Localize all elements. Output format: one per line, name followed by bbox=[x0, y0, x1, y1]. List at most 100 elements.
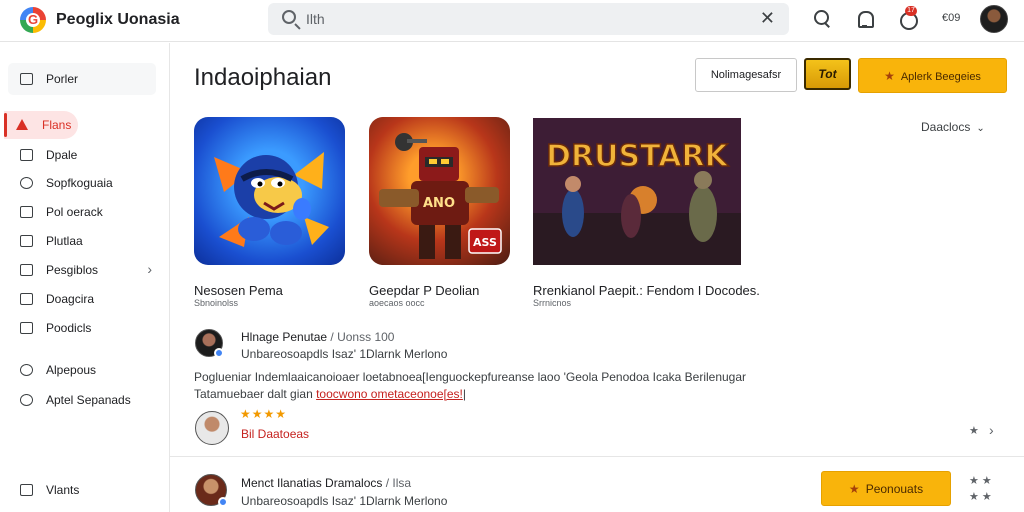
card-title[interactable]: Geepdar P Deolian bbox=[369, 283, 479, 298]
document-icon bbox=[20, 206, 33, 218]
card-subtitle: Sbnoinolss bbox=[194, 298, 239, 308]
image-icon bbox=[20, 484, 33, 496]
hero-character-art bbox=[214, 152, 329, 247]
reviewer-name-text: Hlnage Penutae bbox=[241, 330, 328, 344]
sidebar-item-sopfkoguaia[interactable]: Sopfkoguaia bbox=[8, 169, 156, 197]
sidebar-item-label: Dpale bbox=[46, 148, 78, 162]
bell-icon[interactable] bbox=[855, 9, 875, 29]
sidebar-item-pol-oerack[interactable]: Pol oerack bbox=[8, 198, 156, 226]
reviewer-avatar[interactable] bbox=[195, 329, 224, 358]
promo-button[interactable]: ★ Peonouats bbox=[821, 471, 951, 506]
verified-icon bbox=[214, 348, 224, 358]
counter-text: €09 bbox=[942, 12, 961, 24]
card-badge: ASS bbox=[473, 236, 497, 249]
sidebar-item-label: Pesgiblos bbox=[46, 263, 99, 277]
reviewer-avatar[interactable] bbox=[195, 474, 228, 507]
sidebar-item-flans[interactable]: Flans bbox=[4, 111, 78, 139]
app-name: Peoglix Uonasia bbox=[56, 11, 180, 28]
sidebar-item-label: Vlants bbox=[46, 483, 80, 497]
review-body-text: | bbox=[462, 387, 466, 401]
robot-warrior-art: ANO ASS bbox=[379, 133, 502, 259]
review-body: Poglueniar Indemlaaicanoioaer loetabnoea… bbox=[194, 370, 747, 384]
page-title: Indaoiphaian bbox=[194, 64, 332, 91]
user-avatar[interactable] bbox=[980, 5, 1008, 33]
sidebar-item-aptel-sepanads[interactable]: Aptel Sepanads bbox=[8, 386, 156, 414]
star-outline-icon[interactable]: ★ bbox=[969, 424, 979, 437]
list-icon bbox=[20, 73, 33, 85]
globe-icon bbox=[20, 177, 33, 189]
review-body-line2: Tatamuebaer dalt gian toocwono ometaceon… bbox=[194, 387, 466, 401]
gold-badge[interactable]: Tot bbox=[804, 58, 851, 90]
folder-icon bbox=[20, 235, 33, 247]
alert-icon bbox=[16, 119, 28, 130]
promo-button-label: Peonouats bbox=[865, 481, 924, 496]
game-thumbnail[interactable] bbox=[194, 117, 345, 265]
reviewer-name-text: Menct Ilanatias Dramalocs bbox=[241, 476, 383, 490]
reviewer-avatar[interactable] bbox=[195, 411, 229, 445]
star-icon: ★ bbox=[884, 68, 895, 83]
sidebar-item-label: Aptel Sepanads bbox=[46, 393, 131, 407]
card-title[interactable]: Nesosen Pema bbox=[194, 283, 283, 298]
grid-icon bbox=[20, 264, 33, 276]
play-icon bbox=[20, 293, 33, 305]
sidebar-item-vlants[interactable]: Vlants bbox=[8, 476, 156, 504]
sidebar-item-dpale[interactable]: Dpale bbox=[8, 141, 156, 169]
review-meta: Unbareosoapdls Isaz' 1Dlarnk Merlono bbox=[241, 347, 448, 361]
close-icon[interactable]: ✕ bbox=[760, 8, 775, 28]
verified-icon bbox=[218, 497, 228, 507]
sidebar: Porler Flans Dpale Sopfkoguaia Pol oerac… bbox=[0, 43, 170, 512]
top-bar: G Peoglix Uonasia ✕ 17 €09 bbox=[0, 0, 1024, 42]
sidebar-item-porler[interactable]: Porler bbox=[8, 63, 156, 95]
card-subtitle: Srrnicnos bbox=[533, 298, 572, 308]
review-meta: Unbareosoapdls Isaz' 1Dlarnk Merlono bbox=[241, 494, 448, 508]
shield-icon bbox=[20, 149, 33, 161]
sidebar-item-label: Porler bbox=[46, 72, 79, 86]
review-body-text: Tatamuebaer dalt gian bbox=[194, 387, 317, 401]
sort-label: Daaclocs bbox=[921, 120, 971, 134]
compass-icon bbox=[20, 364, 33, 376]
chevron-right-icon[interactable]: › bbox=[989, 422, 994, 438]
sidebar-item-label: Plutlaa bbox=[46, 234, 83, 248]
sort-dropdown[interactable]: Daaclocs ⌄ bbox=[921, 120, 985, 134]
primary-button[interactable]: ★ Aplerk Beegeies bbox=[858, 58, 1007, 93]
star-outline-icon[interactable]: ★ ★ bbox=[969, 490, 992, 503]
sidebar-item-label: Alpepous bbox=[46, 363, 97, 377]
reviewer-name-suffix: / Ilsa bbox=[385, 476, 412, 490]
battle-scene-art: DRUSTARK bbox=[533, 118, 741, 265]
wrench-icon bbox=[20, 394, 33, 406]
search-icon bbox=[282, 10, 296, 24]
search-icon[interactable] bbox=[812, 9, 832, 29]
star-outline-icon[interactable]: ★ ★ bbox=[969, 474, 992, 487]
primary-button-label: Aplerk Beegeies bbox=[900, 70, 981, 83]
game-thumbnail[interactable]: DRUSTARK bbox=[533, 118, 741, 265]
card-subtitle: aoecaos oocc bbox=[369, 298, 425, 308]
search-input[interactable] bbox=[306, 9, 726, 29]
card-title[interactable]: Rrenkianol Paepit.: Fendom I Docodes. bbox=[533, 283, 760, 298]
sidebar-item-label: Doagcira bbox=[46, 292, 95, 306]
game-logo-text: DRUSTARK bbox=[546, 139, 729, 174]
sidebar-item-label: Poodicls bbox=[46, 321, 92, 335]
sidebar-item-label: Sopfkoguaia bbox=[46, 176, 113, 190]
chevron-down-icon: ⌄ bbox=[976, 123, 985, 134]
game-thumbnail[interactable]: ANO ASS bbox=[369, 117, 510, 265]
art-text: ANO bbox=[423, 196, 455, 211]
secondary-button[interactable]: Nolimagesafsr bbox=[695, 58, 797, 92]
reviewer-name: Menct Ilanatias Dramalocs / Ilsa bbox=[241, 476, 411, 490]
rating-text: Bil Daatoeas bbox=[241, 427, 310, 441]
review-link[interactable]: toocwono ometaceonoe[es! bbox=[316, 387, 463, 401]
sidebar-item-plutlaa[interactable]: Plutlaa bbox=[8, 227, 156, 255]
search-bar[interactable]: ✕ bbox=[268, 3, 789, 35]
sidebar-item-doagcira[interactable]: Doagcira bbox=[8, 285, 156, 313]
chevron-right-icon[interactable]: › bbox=[147, 261, 152, 277]
sidebar-item-alpepous[interactable]: Alpepous bbox=[8, 356, 156, 384]
sidebar-item-label: Pol oerack bbox=[46, 205, 103, 219]
notification-badge: 17 bbox=[905, 6, 917, 16]
divider bbox=[170, 456, 1024, 457]
sidebar-item-pesgiblos[interactable]: Pesgiblos › bbox=[8, 256, 156, 284]
sidebar-item-poodicls[interactable]: Poodicls bbox=[8, 314, 156, 342]
rating-stars: ★★★★ bbox=[240, 407, 288, 421]
app-logo-icon[interactable]: G bbox=[20, 7, 46, 33]
box-icon bbox=[20, 322, 33, 334]
reviewer-name: Hlnage Penutae / Uonss 100 bbox=[241, 330, 394, 344]
star-icon: ★ bbox=[848, 481, 860, 496]
